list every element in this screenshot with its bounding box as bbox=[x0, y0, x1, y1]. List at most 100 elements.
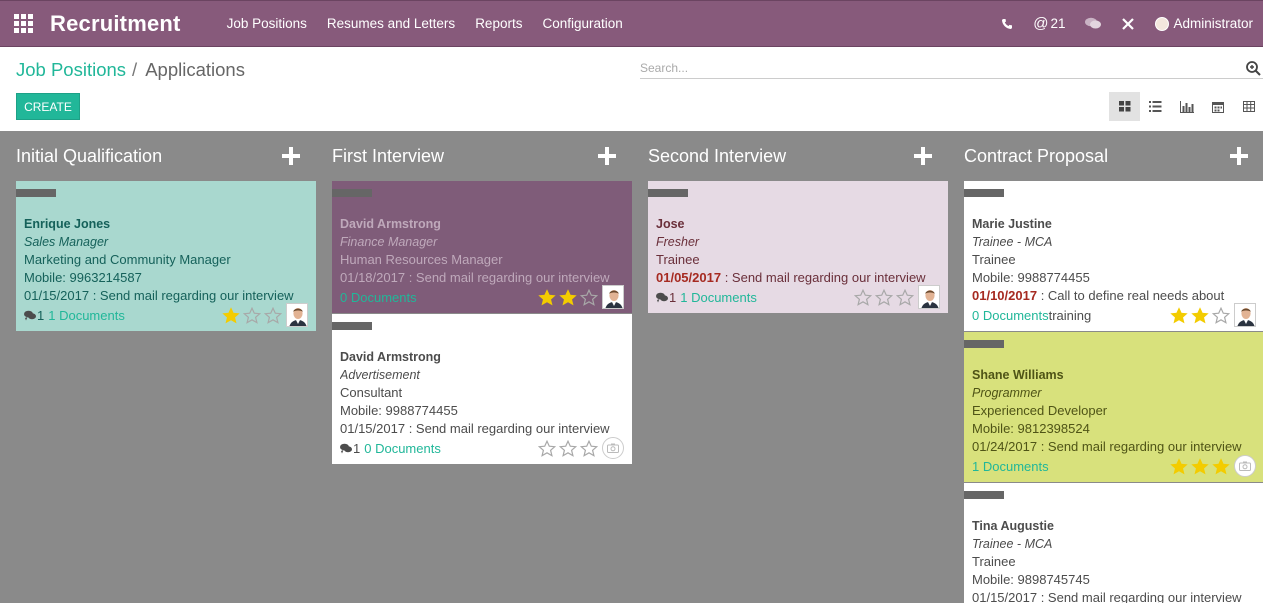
star-empty-icon[interactable] bbox=[538, 439, 556, 457]
color-tag-bar[interactable] bbox=[332, 189, 372, 197]
star-filled-icon[interactable] bbox=[559, 288, 577, 306]
menu-item-configuration[interactable]: Configuration bbox=[532, 1, 632, 47]
quick-create-plus-icon[interactable] bbox=[914, 147, 932, 165]
debug-tools-button[interactable] bbox=[1111, 1, 1145, 47]
applied-job: Trainee bbox=[972, 554, 1016, 569]
applicant-name: Shane Williams bbox=[972, 368, 1064, 382]
applicant-subject: Sales Manager bbox=[24, 235, 109, 249]
applicant-avatar[interactable] bbox=[602, 285, 624, 309]
applicant-name: David Armstrong bbox=[340, 350, 441, 364]
mentions-button[interactable]: @ 21 bbox=[1023, 1, 1075, 47]
applicant-name: Tina Augustie bbox=[972, 519, 1054, 533]
tag-label: training bbox=[1048, 307, 1092, 323]
applicant-card[interactable]: David Armstrong Finance Manager Human Reso… bbox=[332, 181, 632, 313]
star-empty-icon[interactable] bbox=[580, 288, 598, 306]
color-tag-bar[interactable] bbox=[332, 322, 372, 330]
color-tag-bar[interactable] bbox=[648, 189, 688, 197]
documents-link[interactable]: 0 Documents bbox=[972, 308, 1049, 323]
column-header: Initial Qualification bbox=[16, 131, 316, 181]
menu-item-reports[interactable]: Reports bbox=[465, 1, 532, 47]
quick-create-plus-icon[interactable] bbox=[598, 147, 616, 165]
kanban-column: Second Interview Jose Fresher Trainee 01/05… bbox=[648, 131, 948, 603]
applicant-card[interactable]: Jose Fresher Trainee 01/05/2017 : Send mail… bbox=[648, 181, 948, 313]
apps-menu-icon[interactable] bbox=[0, 1, 46, 47]
search-icon[interactable] bbox=[1245, 60, 1261, 76]
star-empty-icon[interactable] bbox=[1212, 306, 1230, 324]
star-empty-icon[interactable] bbox=[559, 439, 577, 457]
priority-stars bbox=[851, 285, 940, 309]
quick-create-plus-icon[interactable] bbox=[1230, 147, 1248, 165]
camera-placeholder-icon[interactable] bbox=[602, 437, 624, 459]
applicant-card[interactable]: Tina Augustie Trainee - MCA Trainee Mobile:… bbox=[964, 483, 1263, 603]
applicant-card[interactable]: David Armstrong Advertisement Consultant Mo… bbox=[332, 314, 632, 464]
documents-link[interactable]: 1 Documents bbox=[680, 290, 757, 305]
documents-link[interactable]: 1 Documents bbox=[48, 308, 125, 323]
column-title: Contract Proposal bbox=[964, 145, 1109, 166]
create-button[interactable]: CREATE bbox=[16, 93, 80, 120]
bar-chart-icon bbox=[1179, 100, 1194, 113]
star-empty-icon[interactable] bbox=[580, 439, 598, 457]
menu-item-resumes-letters[interactable]: Resumes and Letters bbox=[317, 1, 465, 47]
activity-summary: : Send mail regarding our interview bbox=[405, 421, 610, 436]
star-filled-icon[interactable] bbox=[1191, 457, 1209, 475]
documents-link[interactable]: 0 Documents bbox=[364, 441, 441, 456]
camera-placeholder-icon[interactable] bbox=[1234, 455, 1256, 477]
color-tag-bar[interactable] bbox=[964, 340, 1004, 348]
star-empty-icon[interactable] bbox=[854, 288, 872, 306]
at-icon: @ bbox=[1033, 15, 1049, 32]
applicant-card[interactable]: Enrique Jones Sales Manager Marketing and … bbox=[16, 181, 316, 331]
systray: @ 21 Administrator bbox=[991, 1, 1263, 47]
next-activity: 01/15/2017 : Send mail regarding our int… bbox=[972, 589, 1256, 603]
view-switcher bbox=[1109, 92, 1263, 121]
phone-button[interactable] bbox=[991, 1, 1023, 47]
star-filled-icon[interactable] bbox=[538, 288, 556, 306]
star-filled-icon[interactable] bbox=[1212, 457, 1230, 475]
color-tag-bar[interactable] bbox=[964, 189, 1004, 197]
breadcrumb-separator: / bbox=[132, 59, 138, 80]
control-panel: Job Positions / Applications CREATE bbox=[0, 47, 1263, 131]
card-footer: 11 Documents bbox=[24, 303, 308, 327]
star-filled-icon[interactable] bbox=[1191, 306, 1209, 324]
activity-date: 01/18/2017 bbox=[340, 270, 406, 285]
mentions-count: 21 bbox=[1050, 16, 1066, 31]
applicant-card[interactable]: Marie Justine Trainee - MCA Trainee Mobile:… bbox=[964, 181, 1263, 331]
star-filled-icon[interactable] bbox=[1170, 457, 1188, 475]
applicant-subject: Trainee - MCA bbox=[972, 537, 1053, 551]
applicant-avatar[interactable] bbox=[918, 285, 940, 309]
column-header: First Interview bbox=[332, 131, 632, 181]
calendar-view-button[interactable] bbox=[1202, 92, 1233, 121]
color-tag-bar[interactable] bbox=[964, 491, 1004, 499]
kanban-view-button[interactable] bbox=[1109, 92, 1140, 121]
user-menu[interactable]: Administrator bbox=[1145, 1, 1263, 47]
star-filled-icon[interactable] bbox=[1170, 306, 1188, 324]
next-activity: 01/15/2017 : Send mail regarding our int… bbox=[340, 420, 624, 438]
card-footer: 1 Documents bbox=[972, 455, 1256, 477]
applied-job: Marketing and Community Manager bbox=[24, 252, 231, 267]
documents-link[interactable]: 0 Documents bbox=[340, 290, 417, 305]
applicant-avatar[interactable] bbox=[286, 303, 308, 327]
star-empty-icon[interactable] bbox=[264, 306, 282, 324]
breadcrumb-job-positions[interactable]: Job Positions bbox=[16, 59, 126, 81]
chat-button[interactable] bbox=[1075, 1, 1111, 47]
activity-date: 01/15/2017 bbox=[972, 590, 1038, 603]
pivot-view-button[interactable] bbox=[1233, 92, 1263, 121]
tools-icon bbox=[1122, 17, 1135, 30]
color-tag-bar[interactable] bbox=[16, 189, 56, 197]
star-filled-icon[interactable] bbox=[222, 306, 240, 324]
applicant-card[interactable]: Shane Williams Programmer Experienced Deve… bbox=[964, 332, 1263, 482]
star-empty-icon[interactable] bbox=[875, 288, 893, 306]
card-footer: 11 Documents bbox=[656, 285, 940, 309]
quick-create-plus-icon[interactable] bbox=[282, 147, 300, 165]
table-icon bbox=[1242, 101, 1255, 112]
star-empty-icon[interactable] bbox=[243, 306, 261, 324]
documents-link[interactable]: 1 Documents bbox=[972, 459, 1049, 474]
menu-item-job-positions[interactable]: Job Positions bbox=[217, 1, 317, 47]
list-view-button[interactable] bbox=[1140, 92, 1171, 121]
graph-view-button[interactable] bbox=[1171, 92, 1202, 121]
priority-stars bbox=[535, 437, 624, 459]
activity-summary: : Send mail regarding our interview bbox=[1037, 439, 1242, 454]
applicant-avatar[interactable] bbox=[1234, 303, 1256, 327]
star-empty-icon[interactable] bbox=[896, 288, 914, 306]
search-input[interactable] bbox=[640, 60, 1245, 75]
calendar-icon bbox=[1211, 101, 1224, 113]
